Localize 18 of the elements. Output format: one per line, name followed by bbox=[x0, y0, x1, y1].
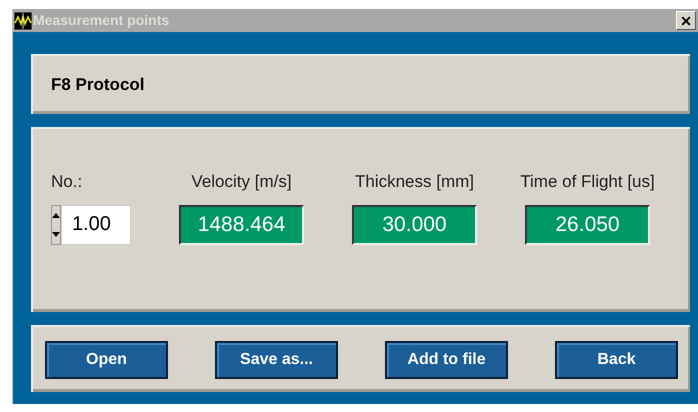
reading-value: 26.050 bbox=[525, 204, 650, 244]
number-label: No.: bbox=[51, 171, 84, 193]
spinner[interactable] bbox=[51, 204, 61, 244]
protocol-title: F8 Protocol bbox=[51, 74, 145, 96]
close-button[interactable]: × bbox=[676, 11, 696, 30]
reading-label: Velocity [m/s] bbox=[191, 171, 292, 193]
number-field[interactable]: 1.00 bbox=[61, 204, 131, 244]
reading-value: 1488.464 bbox=[179, 204, 304, 244]
down-arrow-icon bbox=[52, 232, 60, 236]
action-button[interactable]: Open bbox=[45, 340, 168, 378]
action-button[interactable]: Add to file bbox=[385, 340, 508, 378]
action-button[interactable]: Back bbox=[555, 340, 678, 378]
reading-value: 30.000 bbox=[352, 204, 477, 244]
reading-label: Thickness [mm] bbox=[354, 171, 474, 193]
up-arrow-icon bbox=[52, 212, 60, 218]
action-button[interactable]: Save as... bbox=[215, 340, 338, 378]
window-title: Measurement points bbox=[33, 11, 170, 30]
reading-label: Time of Flight [us] bbox=[520, 171, 655, 193]
